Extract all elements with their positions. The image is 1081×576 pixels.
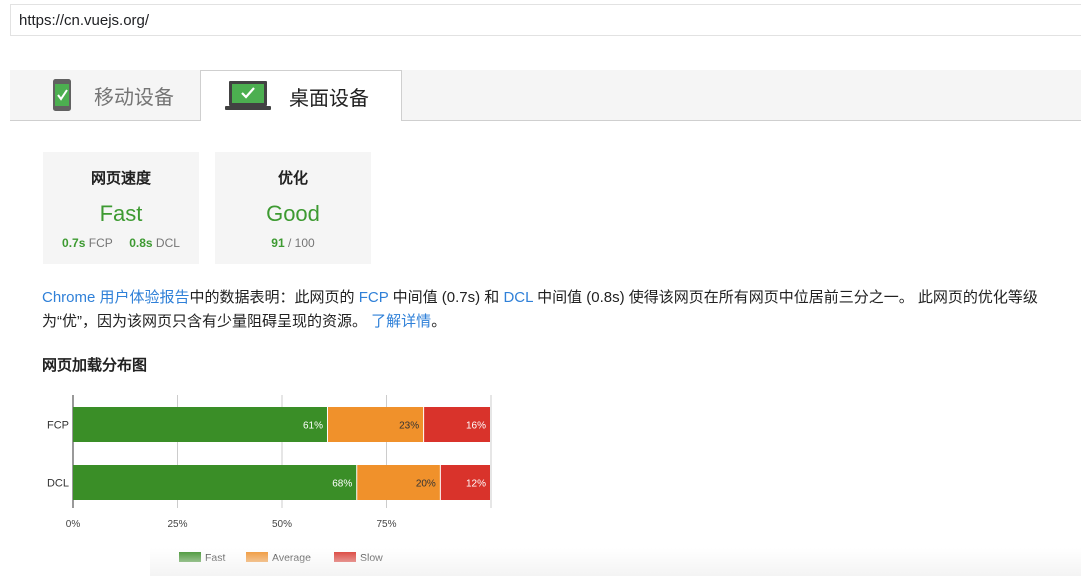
bottom-fade	[150, 548, 1081, 576]
data-label: 12%	[466, 479, 486, 490]
x-tick-label: 75%	[376, 519, 396, 530]
data-label: 20%	[416, 479, 436, 490]
data-label: 16%	[466, 421, 486, 432]
category-label: DCL	[47, 478, 69, 490]
category-label: FCP	[47, 420, 69, 432]
data-label: 23%	[399, 421, 419, 432]
data-label: 68%	[332, 479, 352, 490]
bar-segment	[73, 465, 357, 500]
x-tick-label: 25%	[167, 519, 187, 530]
load-distribution-chart: 0%25%50%75%FCP61%23%16%DCL68%20%12%FastA…	[47, 395, 492, 564]
x-tick-label: 50%	[272, 519, 292, 530]
x-tick-label: 0%	[66, 519, 81, 530]
bar-segment	[73, 407, 327, 442]
data-label: 61%	[303, 421, 323, 432]
